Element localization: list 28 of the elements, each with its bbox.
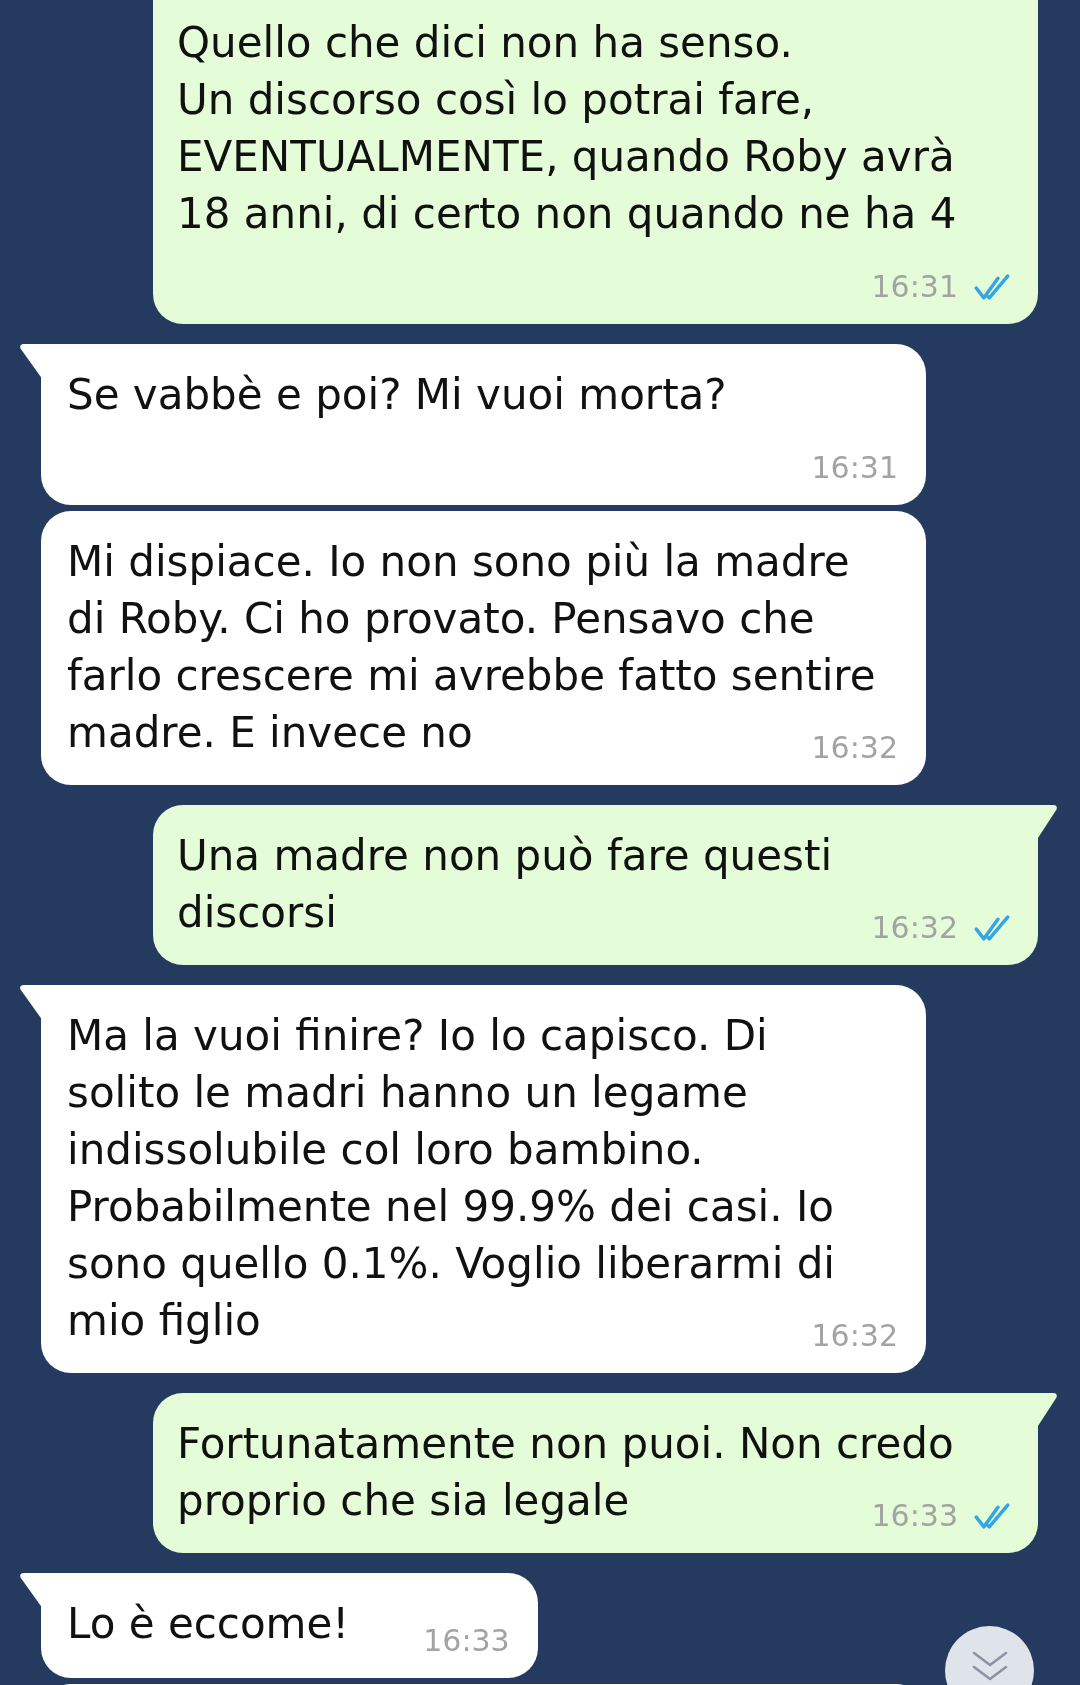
message-text: Una madre non può fare questi <box>177 830 833 882</box>
message-text: indissolubile col loro bambino. <box>67 1124 704 1176</box>
message-time: 16:32 <box>811 1317 898 1355</box>
message-text: Ma la vuoi finire? Io lo capisco. Di <box>67 1010 768 1062</box>
message-text: di Roby. Ci ho provato. Pensavo che <box>67 593 815 645</box>
message-text: 18 anni, di certo non quando ne ha 4 <box>177 188 957 240</box>
message-text: madre. E invece no <box>67 707 473 759</box>
message-time: 16:32 <box>811 729 898 767</box>
message-text: mio figlio <box>67 1295 261 1347</box>
message-text: Probabilmente nel 99.9% dei casi. Io <box>67 1181 834 1233</box>
message-text: discorsi <box>177 887 337 939</box>
message-text: solito le madri hanno un legame <box>67 1067 748 1119</box>
message-text: Fortunatamente non puoi. Non credo <box>177 1418 954 1470</box>
message-text: farlo crescere mi avrebbe fatto sentire <box>67 650 876 702</box>
message-text: sono quello 0.1%. Voglio liberarmi di <box>67 1238 835 1290</box>
message-time: 16:32 <box>871 909 958 947</box>
message-text: proprio che sia legale <box>177 1475 630 1527</box>
message-text: Un discorso così lo potrai fare, <box>177 74 815 126</box>
double-chevron-down-icon <box>971 1650 1008 1682</box>
message-text: Quello che dici non ha senso. <box>177 17 793 69</box>
message-time: 16:31 <box>871 268 958 306</box>
message-text: Se vabbè e poi? Mi vuoi morta? <box>67 369 727 421</box>
message-text: EVENTUALMENTE, quando Roby avrà <box>177 131 955 183</box>
message-text: Mi dispiace. Io non sono più la madre <box>67 536 850 588</box>
message-time: 16:33 <box>871 1497 958 1535</box>
message-text: Lo è eccome! <box>67 1598 350 1650</box>
message-time: 16:33 <box>423 1622 510 1660</box>
message-time: 16:31 <box>811 449 898 487</box>
